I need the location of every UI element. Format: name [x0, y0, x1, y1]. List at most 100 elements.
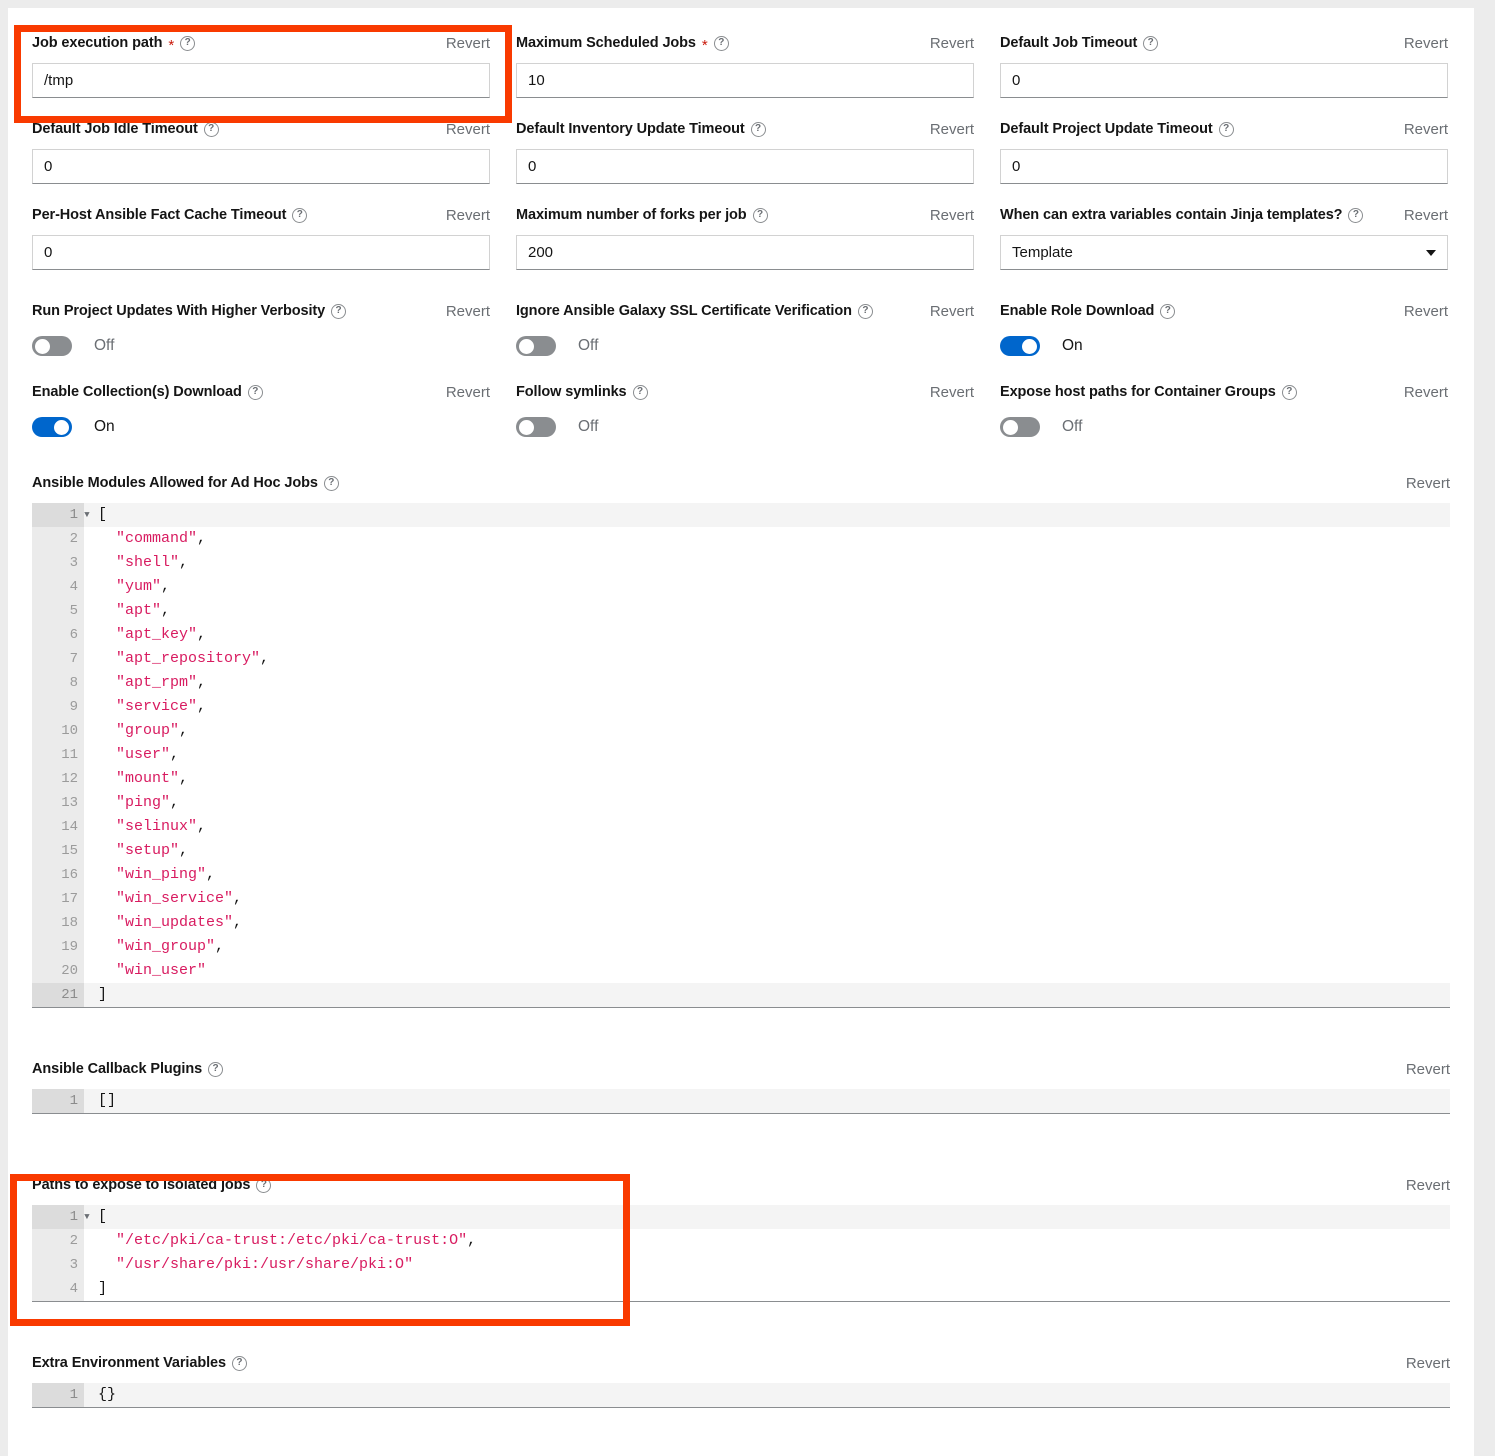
default-job-timeout-input[interactable] — [1000, 63, 1448, 98]
expose-host-paths-switch[interactable] — [1000, 417, 1040, 437]
code-line[interactable]: 5 "apt", — [32, 599, 1450, 623]
code-line[interactable]: 4 "yum", — [32, 575, 1450, 599]
jobs-settings-card: Job execution path * ? Revert Maximum Sc… — [8, 8, 1474, 1456]
code-line[interactable]: 16 "win_ping", — [32, 863, 1450, 887]
revert-link-enable-collections-download[interactable]: Revert — [446, 384, 490, 401]
toggle-state-label: Off — [94, 337, 115, 354]
toggle-state-label: Off — [578, 418, 599, 435]
revert-link-follow-symlinks[interactable]: Revert — [930, 384, 974, 401]
revert-link-maximum-forks-per-job[interactable]: Revert — [930, 207, 974, 224]
revert-link-default-inventory-update-timeout[interactable]: Revert — [930, 121, 974, 138]
code-line[interactable]: 1 {} — [32, 1383, 1450, 1407]
help-circle-icon[interactable]: ? — [857, 303, 873, 319]
revert-link-ignore-galaxy-ssl[interactable]: Revert — [930, 303, 974, 320]
field-header: Ansible Modules Allowed for Ad Hoc Jobs … — [32, 472, 1450, 494]
code-line[interactable]: 8 "apt_rpm", — [32, 671, 1450, 695]
code-line[interactable]: 19 "win_group", — [32, 935, 1450, 959]
help-circle-icon[interactable]: ? — [256, 1177, 272, 1193]
revert-link-per-host-fact-cache-timeout[interactable]: Revert — [446, 207, 490, 224]
ignore-galaxy-ssl-switch[interactable] — [516, 336, 556, 356]
code-line[interactable]: 6 "apt_key", — [32, 623, 1450, 647]
default-job-idle-timeout-input[interactable] — [32, 149, 490, 184]
help-circle-icon[interactable]: ? — [323, 475, 339, 491]
help-circle-icon[interactable]: ? — [1281, 384, 1297, 400]
code-line[interactable]: 13 "ping", — [32, 791, 1450, 815]
code-line[interactable]: 20 "win_user" — [32, 959, 1450, 983]
code-editor-extra-environment-variables[interactable]: 1 {} — [32, 1383, 1450, 1408]
revert-link-default-job-timeout[interactable]: Revert — [1404, 35, 1448, 52]
fold-arrow-icon[interactable]: ▼ — [81, 1205, 93, 1229]
code-line[interactable]: 3 "/usr/share/pki:/usr/share/pki:O" — [32, 1253, 1450, 1277]
revert-link-maximum-scheduled-jobs[interactable]: Revert — [930, 35, 974, 52]
help-circle-icon[interactable]: ? — [632, 384, 648, 400]
revert-link-extra-environment-variables[interactable]: Revert — [1406, 1355, 1450, 1372]
code-text: [ — [98, 1208, 108, 1225]
help-circle-icon[interactable]: ? — [1348, 207, 1364, 223]
help-circle-icon[interactable]: ? — [750, 121, 766, 137]
revert-link-run-project-updates-verbosity[interactable]: Revert — [446, 303, 490, 320]
code-line[interactable]: 15 "setup", — [32, 839, 1450, 863]
code-line[interactable]: 2 "/etc/pki/ca-trust:/etc/pki/ca-trust:O… — [32, 1229, 1450, 1253]
run-project-updates-verbosity-switch[interactable] — [32, 336, 72, 356]
revert-link-paths-to-expose[interactable]: Revert — [1406, 1177, 1450, 1194]
jinja-templates-select[interactable]: Template — [1000, 235, 1448, 270]
code-line[interactable]: 2 "command", — [32, 527, 1450, 551]
toggle-control: Off — [516, 331, 974, 361]
revert-link-job-execution-path[interactable]: Revert — [446, 35, 490, 52]
revert-link-enable-role-download[interactable]: Revert — [1404, 303, 1448, 320]
help-circle-icon[interactable]: ? — [1143, 35, 1159, 51]
help-circle-icon[interactable]: ? — [713, 35, 729, 51]
help-circle-icon[interactable]: ? — [331, 303, 347, 319]
revert-link-ansible-callback-plugins[interactable]: Revert — [1406, 1061, 1450, 1078]
help-circle-icon[interactable]: ? — [292, 207, 308, 223]
code-line[interactable]: 14 "selinux", — [32, 815, 1450, 839]
code-line[interactable]: 18 "win_updates", — [32, 911, 1450, 935]
code-line[interactable]: 12 "mount", — [32, 767, 1450, 791]
code-text: "setup", — [116, 842, 189, 859]
enable-collections-download-switch[interactable] — [32, 417, 72, 437]
help-circle-icon[interactable]: ? — [1160, 303, 1176, 319]
job-execution-path-input[interactable] — [32, 63, 490, 98]
code-line[interactable]: 4] — [32, 1277, 1450, 1301]
default-project-update-timeout-input[interactable] — [1000, 149, 1448, 184]
line-number: 15 — [32, 839, 84, 863]
help-circle-icon[interactable]: ? — [231, 1355, 247, 1371]
default-inventory-update-timeout-input[interactable] — [516, 149, 974, 184]
code-line[interactable]: 21] — [32, 983, 1450, 1007]
help-circle-icon[interactable]: ? — [752, 207, 768, 223]
help-circle-icon[interactable]: ? — [208, 1061, 224, 1077]
help-circle-icon[interactable]: ? — [203, 121, 219, 137]
field-default-inventory-update-timeout: Default Inventory Update Timeout ? Rever… — [516, 118, 1000, 184]
code-line[interactable]: 10 "group", — [32, 719, 1450, 743]
help-circle-icon[interactable]: ? — [180, 35, 196, 51]
code-line[interactable]: 1 ▼ [ — [32, 503, 1450, 527]
code-line[interactable]: 1 [] — [32, 1089, 1450, 1113]
maximum-scheduled-jobs-input[interactable] — [516, 63, 974, 98]
fold-arrow-icon[interactable]: ▼ — [81, 503, 93, 527]
code-line[interactable]: 11 "user", — [32, 743, 1450, 767]
code-editor-ansible-callback-plugins[interactable]: 1 [] — [32, 1089, 1450, 1114]
field-default-project-update-timeout: Default Project Update Timeout ? Revert — [1000, 118, 1474, 184]
follow-symlinks-switch[interactable] — [516, 417, 556, 437]
revert-link-ansible-modules[interactable]: Revert — [1406, 475, 1450, 492]
revert-link-jinja-templates[interactable]: Revert — [1404, 207, 1448, 224]
code-line[interactable]: 17 "win_service", — [32, 887, 1450, 911]
revert-link-default-project-update-timeout[interactable]: Revert — [1404, 121, 1448, 138]
code-line[interactable]: 9 "service", — [32, 695, 1450, 719]
field-header: Job execution path * ? Revert — [32, 32, 490, 54]
help-circle-icon[interactable]: ? — [247, 384, 263, 400]
code-line[interactable]: 3 "shell", — [32, 551, 1450, 575]
jinja-templates-select-value[interactable]: Template — [1000, 235, 1448, 270]
per-host-fact-cache-timeout-input[interactable] — [32, 235, 490, 270]
maximum-forks-per-job-input[interactable] — [516, 235, 974, 270]
code-line[interactable]: 1 ▼ [ — [32, 1205, 1450, 1229]
revert-link-expose-host-paths[interactable]: Revert — [1404, 384, 1448, 401]
field-row-1: Job execution path * ? Revert Maximum Sc… — [32, 32, 1450, 98]
help-circle-icon[interactable]: ? — [1218, 121, 1234, 137]
revert-link-default-job-idle-timeout[interactable]: Revert — [446, 121, 490, 138]
enable-role-download-switch[interactable] — [1000, 336, 1040, 356]
line-number: 10 — [32, 719, 84, 743]
code-editor-ansible-modules[interactable]: 1 ▼[2 "command", 3 "shell", 4 "yum", 5 "apt"… — [32, 503, 1450, 1008]
code-line[interactable]: 7 "apt_repository", — [32, 647, 1450, 671]
code-editor-paths-to-expose[interactable]: 1 ▼ [2 "/etc/pki/ca-trust:/etc/pki/ca-trus… — [32, 1205, 1450, 1302]
